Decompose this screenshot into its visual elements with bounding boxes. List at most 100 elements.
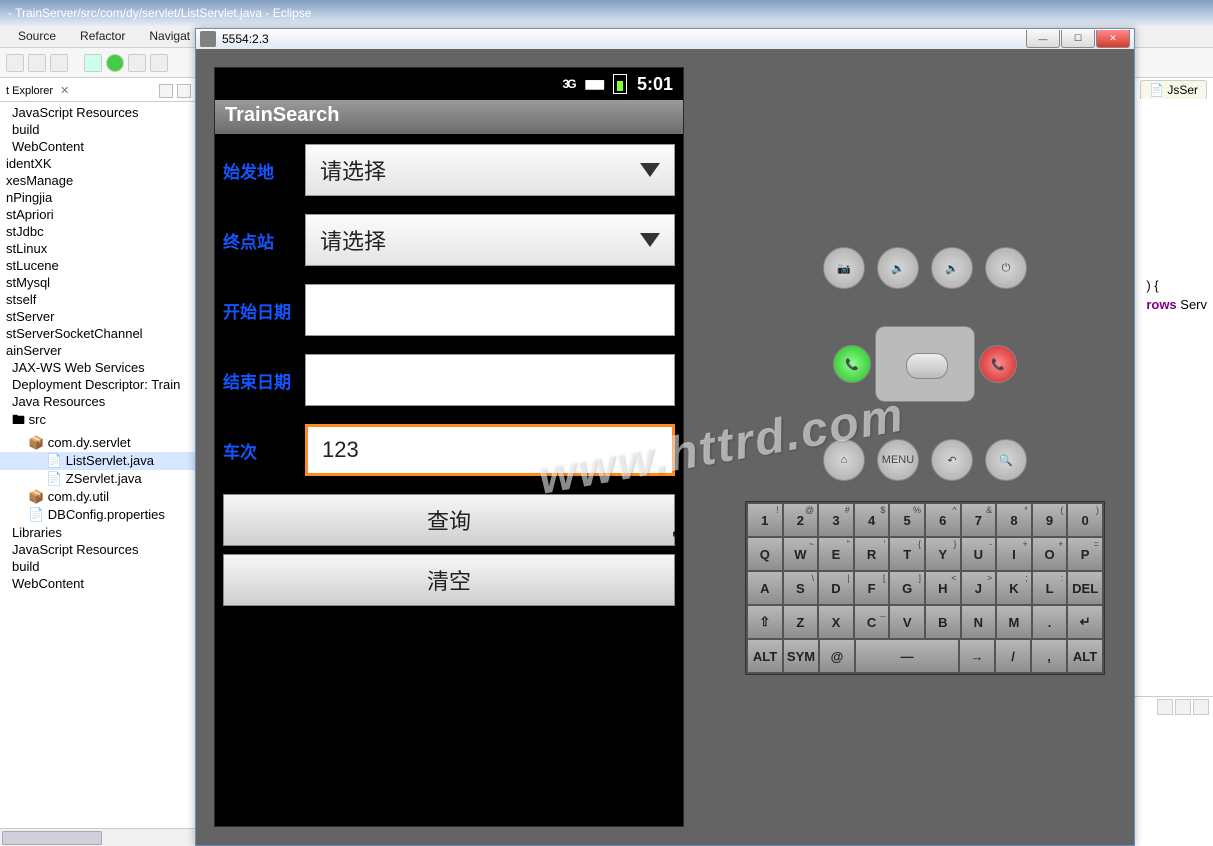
tree-item[interactable]: Deployment Descriptor: Train (0, 376, 197, 393)
key-2[interactable]: 2@ (783, 503, 819, 537)
key-w[interactable]: W~ (783, 537, 819, 571)
tree-item[interactable]: build (0, 121, 197, 138)
tree-item[interactable]: stJdbc (0, 223, 197, 240)
key-@[interactable]: @ (819, 639, 855, 673)
toolbar-btn[interactable] (128, 54, 146, 72)
train-input[interactable]: 123 (305, 424, 675, 476)
key-k[interactable]: K; (996, 571, 1032, 605)
menu-refactor[interactable]: Refactor (68, 26, 137, 47)
key-y[interactable]: Y} (925, 537, 961, 571)
key-alt[interactable]: ALT (747, 639, 783, 673)
clear-button[interactable]: 清空 (223, 554, 675, 606)
key-j[interactable]: J> (961, 571, 997, 605)
hscrollbar[interactable] (0, 828, 197, 846)
tree-item[interactable]: xesManage (0, 172, 197, 189)
toolbar-btn[interactable] (50, 54, 68, 72)
vol-down-button[interactable]: 🔉 (877, 247, 919, 289)
dpad-center[interactable] (875, 326, 975, 402)
key-alt[interactable]: ALT (1067, 639, 1103, 673)
key-v[interactable]: V (889, 605, 925, 639)
tree-item[interactable]: WebContent (0, 575, 197, 592)
tree-item[interactable]: ainServer (0, 342, 197, 359)
tree-item[interactable]: 📄 DBConfig.properties (0, 506, 197, 524)
origin-spinner[interactable]: 请选择 (305, 144, 675, 196)
close-icon[interactable]: ✕ (60, 84, 69, 97)
toolbar-btn[interactable] (6, 54, 24, 72)
key-5[interactable]: 5% (889, 503, 925, 537)
key-.[interactable]: . (1032, 605, 1068, 639)
key-,[interactable]: , (1031, 639, 1067, 673)
key-↵[interactable]: ↵ (1067, 605, 1103, 639)
scroll-thumb[interactable] (2, 831, 102, 845)
key-→[interactable]: → (959, 639, 995, 673)
tree-item[interactable]: 📄 ListServlet.java (0, 452, 197, 470)
key-n[interactable]: N (961, 605, 997, 639)
toolbar-btn[interactable] (28, 54, 46, 72)
key-u[interactable]: U- (961, 537, 997, 571)
tree-item[interactable]: 🖿 src (0, 410, 197, 434)
key-7[interactable]: 7& (961, 503, 997, 537)
tree-item[interactable]: stMysql (0, 274, 197, 291)
tree-item[interactable]: 📄 ZServlet.java (0, 470, 197, 488)
menu-navigate[interactable]: Navigat (137, 26, 202, 47)
panel-btn[interactable] (1157, 699, 1173, 715)
view-menu-icon[interactable] (177, 84, 191, 98)
dest-spinner[interactable]: 请选择 (305, 214, 675, 266)
tree-item[interactable]: stLinux (0, 240, 197, 257)
home-button[interactable]: ⌂ (823, 439, 865, 481)
vol-up-button[interactable]: 🔊 (931, 247, 973, 289)
tree-item[interactable]: Java Resources (0, 393, 197, 410)
key-—[interactable]: — (855, 639, 959, 673)
key-6[interactable]: 6^ (925, 503, 961, 537)
key-0[interactable]: 0) (1067, 503, 1103, 537)
key-g[interactable]: G] (889, 571, 925, 605)
key-⇧[interactable]: ⇧ (747, 605, 783, 639)
tree-item[interactable]: stServer (0, 308, 197, 325)
key-q[interactable]: Q (747, 537, 783, 571)
menu-button[interactable]: MENU (877, 439, 919, 481)
tree-item[interactable]: stApriori (0, 206, 197, 223)
key-9[interactable]: 9( (1032, 503, 1068, 537)
emulator-titlebar[interactable]: 5554:2.3 — ☐ ✕ (196, 29, 1134, 49)
start-date-input[interactable] (305, 284, 675, 336)
editor-tab[interactable]: 📄 JsSer (1140, 80, 1207, 99)
key-b[interactable]: B (925, 605, 961, 639)
maximize-button[interactable]: ☐ (1061, 30, 1095, 48)
tree-item[interactable]: Libraries (0, 524, 197, 541)
tree-item[interactable]: JavaScript Resources (0, 104, 197, 121)
key-s[interactable]: S\ (783, 571, 819, 605)
key-l[interactable]: L: (1032, 571, 1068, 605)
key-c[interactable]: C_ (854, 605, 890, 639)
power-button[interactable]: ⏻ (985, 247, 1027, 289)
end-date-input[interactable] (305, 354, 675, 406)
call-button[interactable]: 📞 (833, 345, 871, 383)
close-button[interactable]: ✕ (1096, 30, 1130, 48)
query-button[interactable]: 查询 (223, 494, 675, 546)
key-m[interactable]: M (996, 605, 1032, 639)
key-x[interactable]: X (818, 605, 854, 639)
toolbar-run[interactable] (106, 54, 124, 72)
key-f[interactable]: F[ (854, 571, 890, 605)
key-o[interactable]: O+ (1032, 537, 1068, 571)
key-d[interactable]: D| (818, 571, 854, 605)
panel-btn[interactable] (1193, 699, 1209, 715)
key-sym[interactable]: SYM (783, 639, 819, 673)
tree-item[interactable]: 📦 com.dy.servlet (0, 434, 197, 452)
key-t[interactable]: T{ (889, 537, 925, 571)
camera-button[interactable]: 📷 (823, 247, 865, 289)
tree-item[interactable]: JavaScript Resources (0, 541, 197, 558)
toolbar-btn[interactable] (150, 54, 168, 72)
tree-item[interactable]: WebContent (0, 138, 197, 155)
tree-item[interactable]: JAX-WS Web Services (0, 359, 197, 376)
panel-btn[interactable] (1175, 699, 1191, 715)
key-/[interactable]: / (995, 639, 1031, 673)
tree-item[interactable]: identXK (0, 155, 197, 172)
key-i[interactable]: I+ (996, 537, 1032, 571)
key-1[interactable]: 1! (747, 503, 783, 537)
tree-item[interactable]: stServerSocketChannel (0, 325, 197, 342)
tree-item[interactable]: build (0, 558, 197, 575)
search-button[interactable]: 🔍 (985, 439, 1027, 481)
toolbar-debug[interactable] (84, 54, 102, 72)
emulator-keyboard[interactable]: 1!2@3#4$5%6^7&8*9(0)QW~E"R'T{Y}U-I+O+P=A… (745, 501, 1105, 675)
key-4[interactable]: 4$ (854, 503, 890, 537)
